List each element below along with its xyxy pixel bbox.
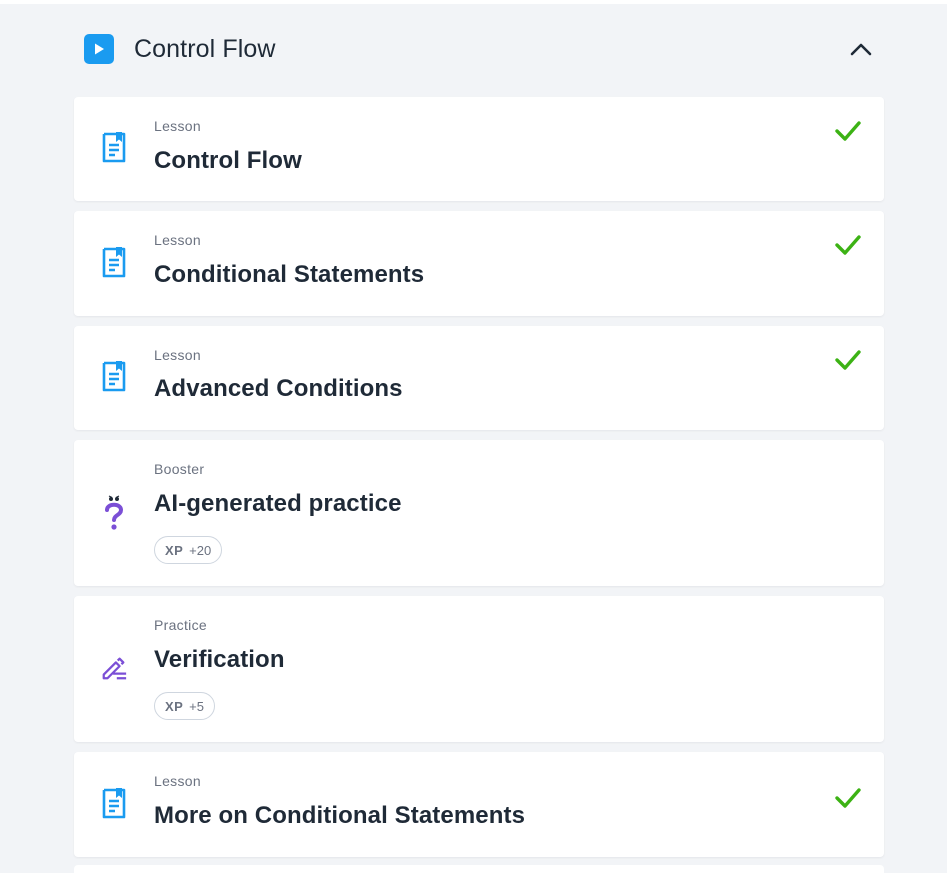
item-title: Conditional Statements: [154, 261, 425, 288]
item-kind: Practice: [154, 617, 207, 633]
lesson-document-icon: [100, 245, 128, 279]
lesson-document-icon: [100, 359, 128, 393]
xp-label: XP: [165, 542, 184, 558]
xp-value: +5: [189, 698, 204, 714]
section-title: Control Flow: [134, 35, 276, 63]
next-card-edge: [74, 865, 884, 873]
top-divider: [0, 0, 947, 4]
list-item[interactable]: Lesson More on Conditional Statements: [74, 752, 884, 857]
item-kind: Lesson: [154, 347, 201, 363]
item-title: Advanced Conditions: [154, 375, 403, 402]
list-item[interactable]: Lesson Control Flow: [74, 97, 884, 201]
check-icon: [835, 121, 861, 141]
list-item[interactable]: Lesson Conditional Statements: [74, 211, 884, 316]
xp-badge: XP +5: [154, 692, 215, 720]
item-title: AI-generated practice: [154, 490, 402, 517]
check-icon: [835, 788, 861, 808]
item-kind: Booster: [154, 461, 205, 477]
item-title: Verification: [154, 646, 285, 673]
check-icon: [835, 350, 861, 370]
item-kind: Lesson: [154, 118, 201, 134]
list-item[interactable]: Booster AI-generated practice XP +20: [74, 440, 884, 586]
chevron-up-icon: [850, 43, 872, 56]
lesson-document-icon: [100, 786, 128, 820]
item-title: Control Flow: [154, 147, 302, 174]
xp-value: +20: [189, 542, 212, 558]
item-title: More on Conditional Statements: [154, 802, 526, 829]
list-item[interactable]: Lesson Advanced Conditions: [74, 326, 884, 430]
check-icon: [835, 235, 861, 255]
list-item[interactable]: Practice Verification XP +5: [74, 596, 884, 742]
xp-label: XP: [165, 698, 184, 714]
play-icon: [84, 34, 114, 64]
collapse-button[interactable]: [844, 34, 878, 64]
xp-badge: XP +20: [154, 536, 223, 564]
item-kind: Lesson: [154, 773, 201, 789]
item-kind: Lesson: [154, 232, 201, 248]
lesson-document-icon: [100, 130, 128, 164]
question-mark-icon: [100, 495, 128, 530]
section-header[interactable]: Control Flow: [74, 22, 884, 74]
pencil-edit-icon: [100, 651, 128, 685]
